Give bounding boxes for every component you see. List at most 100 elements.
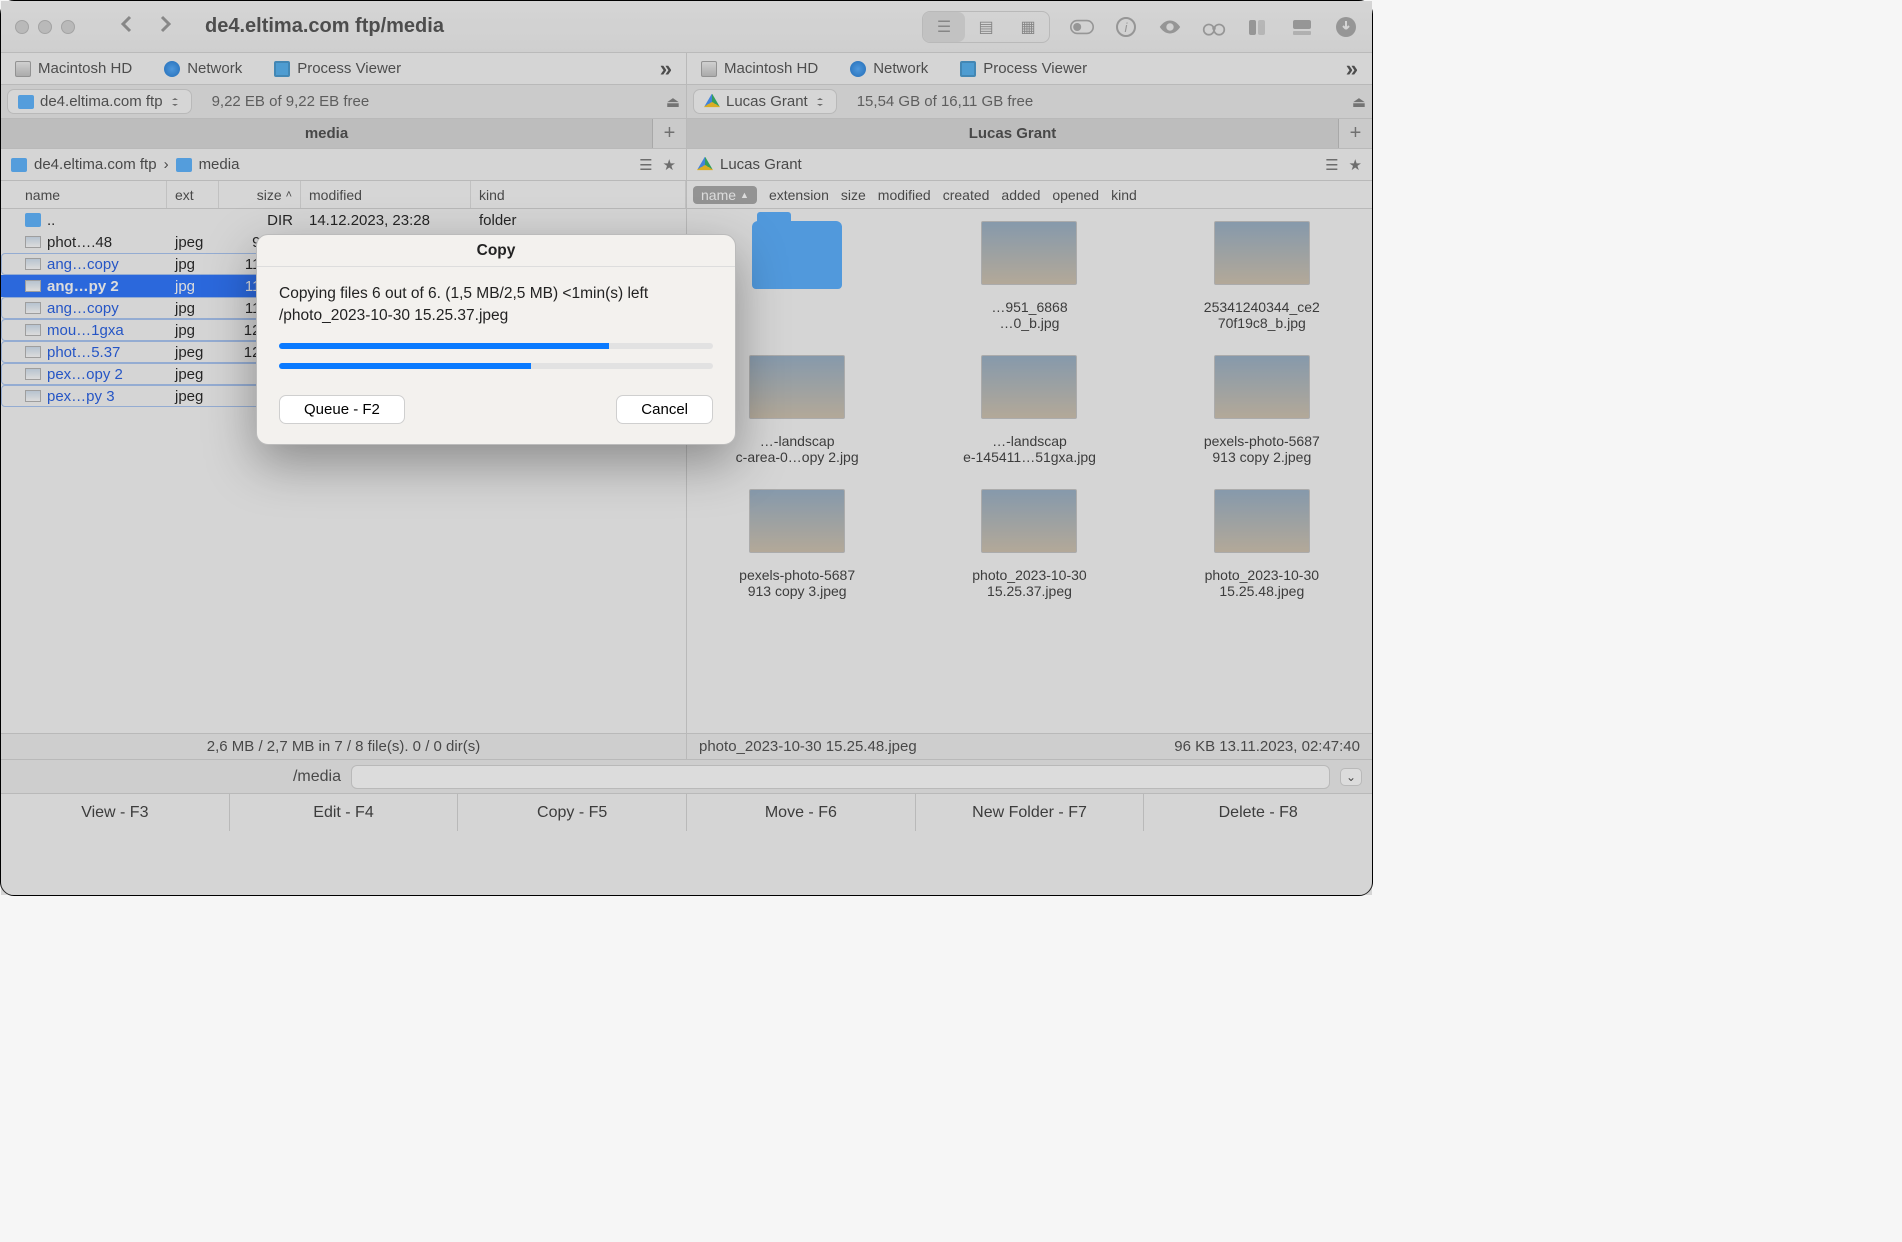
eject-right[interactable]: ⏏	[1352, 93, 1366, 111]
function-bar: View - F3 Edit - F4 Copy - F5 Move - F6 …	[1, 793, 1372, 831]
favorites-right: Macintosh HD Network Process Viewer »	[686, 53, 1372, 84]
col-mod-r[interactable]: modified	[878, 187, 931, 203]
toggle-switch-icon[interactable]	[1070, 15, 1094, 39]
close-window[interactable]	[15, 20, 29, 34]
star-icon[interactable]: ★	[1349, 156, 1362, 174]
col-kind-r[interactable]: kind	[1111, 187, 1137, 203]
star-icon[interactable]: ★	[663, 156, 676, 174]
grid-item[interactable]: pexels-photo-5687913 copy 2.jpeg	[1167, 355, 1357, 465]
fn-edit[interactable]: Edit - F4	[230, 794, 459, 831]
grid-item[interactable]: photo_2023-10-3015.25.48.jpeg	[1167, 489, 1357, 599]
grid-item[interactable]: 25341240344_ce270f19c8_b.jpg	[1167, 221, 1357, 331]
grid-item[interactable]: …-landscape-145411…51gxa.jpg	[934, 355, 1124, 465]
fav-network-r[interactable]: Network	[850, 60, 928, 77]
eject-left[interactable]: ⏏	[666, 93, 680, 111]
col-modified[interactable]: modified	[301, 181, 471, 208]
crumb-lucas[interactable]: Lucas Grant	[720, 156, 802, 173]
col-ext[interactable]: ext	[167, 181, 219, 208]
sidebar-left-icon[interactable]	[1246, 15, 1270, 39]
fav-macintosh-hd[interactable]: Macintosh HD	[15, 60, 132, 77]
fav-macintosh-hd-r[interactable]: Macintosh HD	[701, 60, 818, 77]
file-row[interactable]: ..DIR14.12.2023, 23:28folder	[1, 209, 686, 231]
fav-more-right[interactable]: »	[1346, 56, 1358, 82]
list-mode-icon[interactable]: ☰	[639, 156, 652, 174]
favorites-left: Macintosh HD Network Process Viewer »	[1, 53, 686, 84]
view-list-icon[interactable]: ☰	[923, 12, 965, 42]
fav-process-viewer-r[interactable]: Process Viewer	[960, 60, 1087, 77]
image-thumb	[1214, 489, 1310, 553]
sidebar-bottom-icon[interactable]	[1290, 15, 1314, 39]
nav-back[interactable]	[119, 14, 135, 39]
fn-move[interactable]: Move - F6	[687, 794, 916, 831]
binoculars-icon[interactable]	[1202, 15, 1226, 39]
queue-button[interactable]: Queue - F2	[279, 395, 405, 424]
view-mode-segment[interactable]: ☰ ▤ ▦	[922, 11, 1050, 43]
view-columns-icon[interactable]: ▤	[965, 12, 1007, 42]
path-label: /media	[11, 768, 341, 786]
breadcrumb-bar: de4.eltima.com ftp › media ☰ ★ Lucas Gra…	[1, 149, 1372, 181]
tabs-right: Lucas Grant +	[686, 119, 1372, 148]
fav-process-viewer[interactable]: Process Viewer	[274, 60, 401, 77]
col-name[interactable]: name	[17, 181, 167, 208]
fav-network[interactable]: Network	[164, 60, 242, 77]
new-tab-right[interactable]: +	[1338, 119, 1372, 148]
download-icon[interactable]	[1334, 15, 1358, 39]
grid-item[interactable]: photo_2023-10-3015.25.37.jpeg	[934, 489, 1124, 599]
gdrive-icon	[697, 157, 713, 173]
fn-delete[interactable]: Delete - F8	[1144, 794, 1372, 831]
copy-status-line: Copying files 6 out of 6. (1,5 MB/2,5 MB…	[279, 285, 713, 303]
crumb-root[interactable]: de4.eltima.com ftp	[34, 156, 157, 173]
info-icon[interactable]: i	[1114, 15, 1138, 39]
image-thumb	[981, 221, 1077, 285]
image-thumb-icon	[25, 236, 41, 248]
image-thumb	[749, 355, 845, 419]
path-field[interactable]	[351, 765, 1330, 789]
new-tab-left[interactable]: +	[652, 119, 686, 148]
progress-file	[279, 363, 713, 369]
nav-forward[interactable]	[157, 14, 173, 39]
path-dropdown-icon[interactable]: ⌄	[1340, 768, 1362, 786]
copy-dialog: Copy Copying files 6 out of 6. (1,5 MB/2…	[256, 234, 736, 445]
window-title: de4.eltima.com ftp/media	[205, 15, 444, 38]
fn-view[interactable]: View - F3	[1, 794, 230, 831]
grid-item[interactable]: pexels-photo-5687913 copy 3.jpeg	[702, 489, 892, 599]
col-kind[interactable]: kind	[471, 181, 686, 208]
status-bar: 2,6 MB / 2,7 MB in 7 / 8 file(s). 0 / 0 …	[1, 733, 1372, 759]
tab-media[interactable]: media	[1, 119, 652, 148]
fn-new-folder[interactable]: New Folder - F7	[916, 794, 1145, 831]
tab-lucas-grant[interactable]: Lucas Grant	[687, 119, 1338, 148]
col-size-r[interactable]: size	[841, 187, 866, 203]
image-thumb-icon	[25, 346, 41, 358]
disk-icon	[701, 61, 717, 77]
image-thumb-icon	[25, 390, 41, 402]
crumb-media[interactable]: media	[199, 156, 240, 173]
copy-file-line: /photo_2023-10-30 15.25.37.jpeg	[279, 307, 713, 325]
cancel-button[interactable]: Cancel	[616, 395, 713, 424]
col-ext-r[interactable]: extension	[769, 187, 829, 203]
zoom-window[interactable]	[61, 20, 75, 34]
favorites-bar: Macintosh HD Network Process Viewer » Ma…	[1, 53, 1372, 85]
icon-view[interactable]: …951_6868…0_b.jpg 25341240344_ce270f19c8_…	[687, 209, 1372, 733]
drive-selector-left[interactable]: de4.eltima.com ftp	[7, 89, 192, 114]
drive-selector-right[interactable]: Lucas Grant	[693, 89, 837, 114]
col-created-r[interactable]: created	[943, 187, 990, 203]
fav-more-left[interactable]: »	[660, 56, 672, 82]
image-thumb-icon	[25, 368, 41, 380]
list-mode-icon[interactable]: ☰	[1325, 156, 1338, 174]
view-grid-icon[interactable]: ▦	[1007, 12, 1049, 42]
grid-item[interactable]: …951_6868…0_b.jpg	[934, 221, 1124, 331]
dialog-title: Copy	[257, 235, 735, 267]
col-opened-r[interactable]: opened	[1052, 187, 1099, 203]
preview-icon[interactable]	[1158, 15, 1182, 39]
folder-icon	[11, 158, 27, 172]
path-bar: /media ⌄	[1, 759, 1372, 793]
col-added-r[interactable]: added	[1001, 187, 1040, 203]
minimize-window[interactable]	[38, 20, 52, 34]
app-icon	[274, 61, 290, 77]
col-size[interactable]: size ˄	[219, 181, 301, 208]
col-name-r[interactable]: name ▲	[693, 186, 757, 204]
folder-icon	[176, 158, 192, 172]
fn-copy[interactable]: Copy - F5	[458, 794, 687, 831]
image-thumb-icon	[25, 280, 41, 292]
right-pane: name ▲ extension size modified created a…	[686, 181, 1372, 733]
